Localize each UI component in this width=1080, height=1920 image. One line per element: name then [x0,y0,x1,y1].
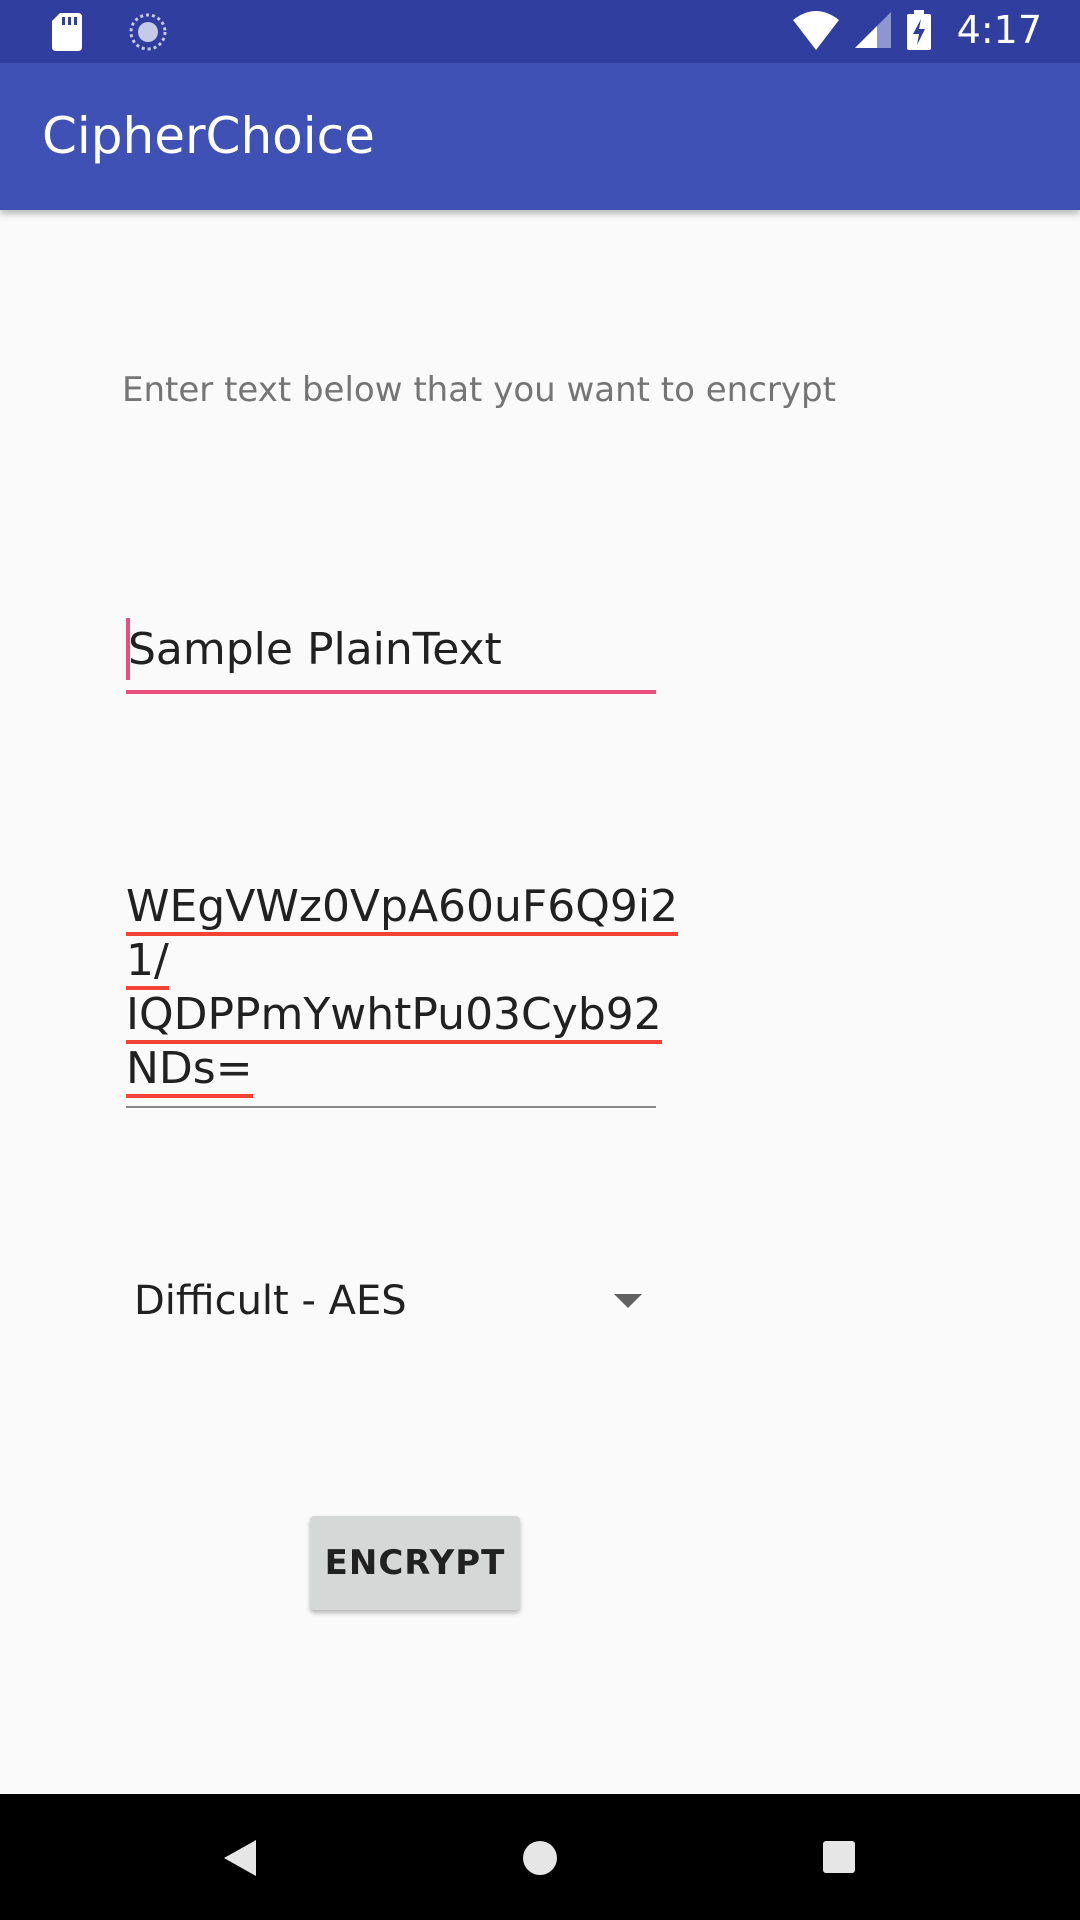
ciphertext-line: NDs= [126,1042,253,1098]
sync-icon [128,12,168,52]
status-clock: 4:17 [956,8,1042,52]
back-icon[interactable] [222,1838,258,1878]
cipher-selected-value: Difficult - AES [134,1278,407,1324]
encrypt-button[interactable]: ENCRYPT [310,1516,520,1610]
ciphertext-field[interactable]: WEgVWz0VpA60uF6Q9i2 1/ IQDPPmYwhtPu03Cyb… [126,880,679,1108]
home-icon[interactable] [520,1838,560,1878]
app-title: CipherChoice [42,107,375,165]
ciphertext-line: WEgVWz0VpA60uF6Q9i2 [126,880,679,936]
app-bar: CipherChoice [0,63,1080,210]
cipher-select[interactable]: Difficult - AES [126,1270,646,1334]
prompt-label: Enter text below that you want to encryp… [122,370,836,410]
status-bar: 4:17 [0,0,1080,63]
signal-icon [854,12,891,48]
battery-charging-icon [906,10,931,50]
ciphertext-line: 1/ [126,934,169,990]
sd-card-icon [52,13,82,51]
recents-icon[interactable] [822,1840,856,1874]
nav-bar [0,1794,1080,1920]
plaintext-input[interactable]: Sample PlainText [126,618,656,694]
dropdown-arrow-icon [614,1294,642,1308]
ciphertext-line: IQDPPmYwhtPu03Cyb92 [126,988,662,1044]
wifi-icon [792,10,839,50]
plaintext-value: Sample PlainText [128,624,502,675]
